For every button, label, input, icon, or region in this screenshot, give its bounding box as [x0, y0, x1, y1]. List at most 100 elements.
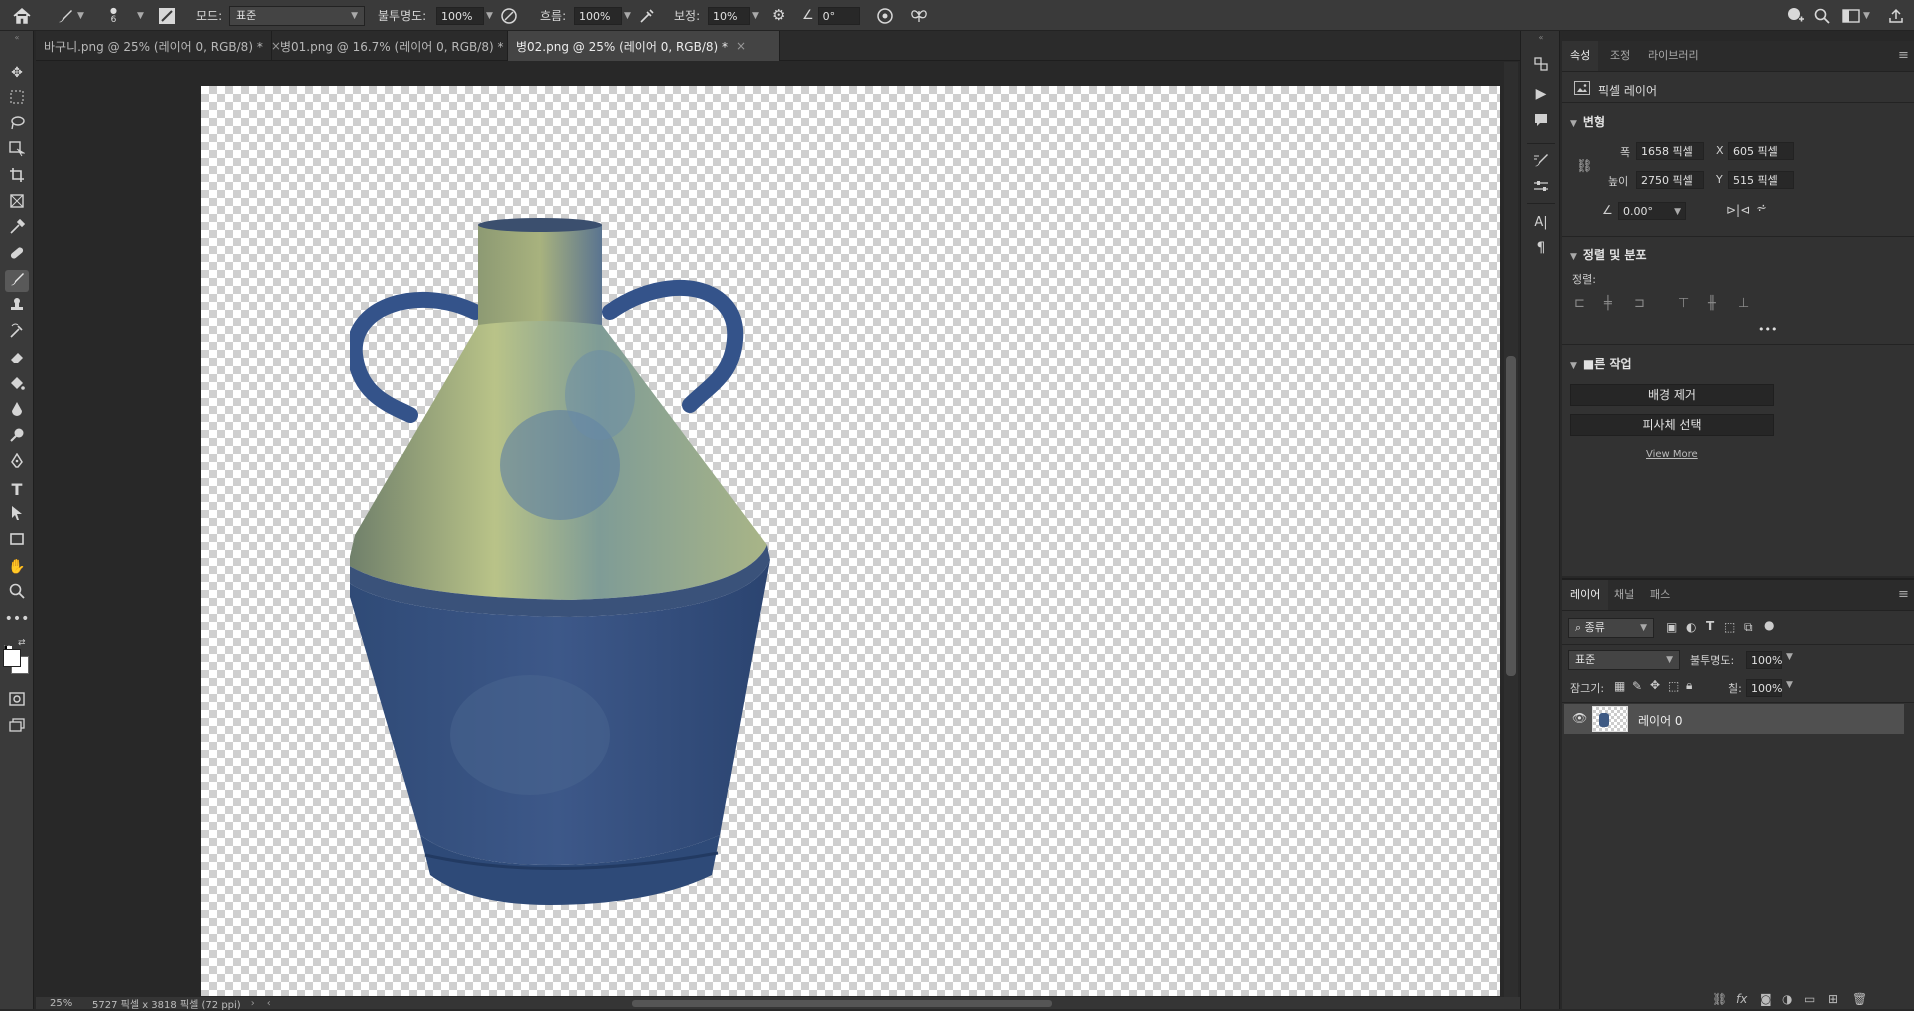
align-left-icon[interactable]: ⊏: [1574, 296, 1585, 311]
healing-brush-tool[interactable]: [5, 244, 29, 266]
expand-panels-icon[interactable]: «: [1529, 33, 1553, 42]
horizontal-scroll-thumb[interactable]: [632, 1000, 1052, 1007]
marquee-tool[interactable]: [5, 88, 29, 110]
path-selection-tool[interactable]: [5, 504, 29, 526]
adjustments-panel-button[interactable]: [1529, 177, 1553, 199]
object-selection-tool[interactable]: [5, 140, 29, 162]
paragraph-panel-button[interactable]: ¶: [1529, 237, 1553, 259]
screen-mode-button[interactable]: [5, 716, 29, 738]
smoothing-options-button[interactable]: ⚙: [772, 0, 785, 31]
trash-icon[interactable]: 🗑︎: [1852, 992, 1867, 1006]
align-right-icon[interactable]: ⊐: [1634, 296, 1645, 311]
shape-filter-icon[interactable]: ⬚: [1724, 620, 1735, 634]
close-icon[interactable]: ×: [736, 39, 746, 53]
lock-transparency-icon[interactable]: ▦: [1614, 679, 1625, 693]
history-panel-button[interactable]: [1529, 55, 1553, 77]
lock-artboard-icon[interactable]: ⬚: [1668, 679, 1679, 693]
adjustment-filter-icon[interactable]: ◐: [1686, 620, 1696, 634]
swap-colors-icon[interactable]: ⇄: [18, 638, 26, 648]
brush-settings-panel-button[interactable]: [1529, 151, 1553, 173]
type-filter-icon[interactable]: T: [1706, 619, 1714, 633]
tab-paths[interactable]: 패스: [1642, 580, 1678, 610]
blend-mode-dropdown[interactable]: 표준 ▼: [1568, 650, 1680, 670]
flip-horizontal-icon[interactable]: ⊳|⊲: [1726, 203, 1750, 217]
transform-section-header[interactable]: ▼ 변형: [1570, 113, 1605, 130]
opacity-input[interactable]: 100%: [436, 6, 484, 25]
panel-menu-icon[interactable]: ≡: [1890, 41, 1914, 71]
fill-input[interactable]: 100%: [1746, 679, 1782, 697]
pressure-size-button[interactable]: [876, 0, 894, 31]
chevron-right-icon[interactable]: ›: [251, 998, 255, 1009]
eraser-tool[interactable]: [5, 348, 29, 370]
layer-filter-dropdown[interactable]: ⌕ 종류 ▼: [1568, 618, 1654, 638]
remove-background-button[interactable]: 배경 제거: [1570, 384, 1774, 406]
default-colors-icon[interactable]: [3, 640, 12, 651]
tab-bottle02[interactable]: 병02.png @ 25% (레이어 0, RGB/8) * ×: [508, 31, 780, 61]
view-more-link[interactable]: View More: [1646, 449, 1698, 460]
add-mask-icon[interactable]: ◙: [1760, 992, 1772, 1006]
scroll-left-icon[interactable]: ‹: [267, 998, 271, 1009]
brush-preset-button[interactable]: ▼: [56, 0, 84, 31]
width-input[interactable]: 1658 픽셀: [1636, 142, 1704, 160]
lock-pixels-icon[interactable]: ✎: [1632, 679, 1642, 693]
smoothing-dropdown-icon[interactable]: ▼: [752, 11, 759, 21]
zoom-tool[interactable]: [5, 582, 29, 604]
brush-size-dropdown[interactable]: ▼: [134, 0, 144, 31]
quick-mask-button[interactable]: [5, 690, 29, 712]
actions-panel-button[interactable]: ▶: [1529, 83, 1553, 105]
select-subject-button[interactable]: 피사체 선택: [1570, 414, 1774, 436]
edit-toolbar-button[interactable]: •••: [5, 608, 30, 630]
brush-tool[interactable]: [5, 270, 29, 292]
align-section-header[interactable]: ▼ 정렬 및 분포: [1570, 246, 1646, 263]
x-input[interactable]: 605 픽셀: [1728, 142, 1794, 160]
crop-tool[interactable]: [5, 166, 29, 188]
adjustment-layer-icon[interactable]: ◑: [1782, 992, 1792, 1006]
quick-actions-header[interactable]: ▼ ■른 작업: [1570, 355, 1632, 372]
eyedropper-tool[interactable]: [5, 218, 29, 240]
share-doc-button[interactable]: [1888, 0, 1904, 31]
brush-angle-input[interactable]: 0°: [817, 6, 860, 25]
more-options-icon[interactable]: •••: [1758, 323, 1777, 336]
new-layer-icon[interactable]: ⊞: [1828, 992, 1838, 1006]
height-input[interactable]: 2750 픽셀: [1636, 171, 1704, 189]
align-top-icon[interactable]: ⊤: [1678, 296, 1689, 311]
character-panel-button[interactable]: A|: [1529, 211, 1553, 233]
lock-all-icon[interactable]: 🔒︎: [1686, 678, 1692, 693]
tab-channels[interactable]: 채널: [1606, 580, 1642, 610]
type-tool[interactable]: T: [5, 478, 29, 500]
align-bottom-icon[interactable]: ⊥: [1738, 296, 1749, 311]
lock-position-icon[interactable]: ✥: [1650, 678, 1660, 692]
pressure-opacity-button[interactable]: [500, 0, 518, 31]
move-tool[interactable]: ✥: [5, 62, 29, 84]
rectangle-tool[interactable]: [5, 530, 29, 552]
brush-size-picker[interactable]: ● 6: [110, 0, 117, 31]
layer-opacity-input[interactable]: 100%: [1746, 651, 1782, 669]
angle-input[interactable]: 0.00° ▼: [1618, 202, 1686, 220]
mode-dropdown[interactable]: 표준 ▼: [229, 5, 365, 26]
fx-icon[interactable]: fx: [1736, 992, 1747, 1006]
vertical-scroll-thumb[interactable]: [1506, 356, 1516, 676]
link-icon[interactable]: ⛓: [1576, 159, 1593, 174]
layer-name[interactable]: 레이어 0: [1638, 712, 1683, 729]
workspace-button[interactable]: ▼: [1842, 0, 1870, 31]
smoothing-input[interactable]: 10%: [708, 6, 750, 25]
tab-adjustments[interactable]: 조정: [1602, 41, 1638, 71]
share-button[interactable]: [1786, 0, 1804, 31]
flow-input[interactable]: 100%: [574, 6, 622, 25]
hand-tool[interactable]: ✋: [5, 556, 29, 578]
airbrush-button[interactable]: [638, 0, 656, 31]
lasso-tool[interactable]: [5, 114, 29, 136]
foreground-color-swatch[interactable]: [3, 649, 21, 667]
y-input[interactable]: 515 픽셀: [1728, 171, 1794, 189]
folder-icon[interactable]: ▭: [1804, 992, 1815, 1006]
tab-layers[interactable]: 레이어: [1562, 580, 1609, 610]
frame-tool[interactable]: [5, 192, 29, 214]
tab-properties[interactable]: 속성: [1562, 41, 1599, 71]
eye-icon[interactable]: 👁︎: [1572, 711, 1587, 725]
comments-panel-button[interactable]: [1529, 111, 1553, 133]
dodge-tool[interactable]: [5, 426, 29, 448]
chevron-down-icon[interactable]: ▼: [1786, 652, 1793, 662]
align-vcenter-icon[interactable]: ╫: [1708, 296, 1716, 311]
search-button[interactable]: [1814, 0, 1830, 31]
tab-libraries[interactable]: 라이브러리: [1640, 41, 1707, 71]
